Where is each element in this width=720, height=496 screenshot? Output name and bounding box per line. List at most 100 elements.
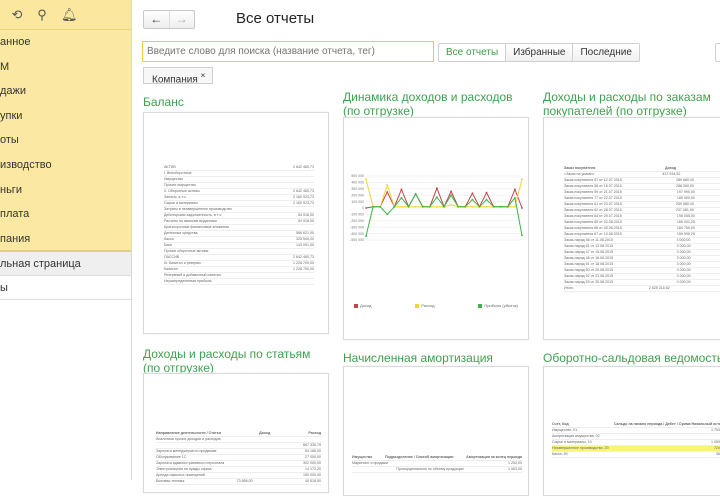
data-point (372, 205, 374, 208)
back-button[interactable]: ← (144, 11, 169, 28)
sidebar-item[interactable]: М (0, 55, 131, 80)
table-cell: Заказ покупателя 77 от 22.07.2015 (564, 196, 622, 200)
table-cell: 1 753 000,00 (711, 428, 720, 432)
data-point (521, 207, 523, 209)
table-cell: <Заказ не указан> (564, 172, 595, 176)
sidebar-page[interactable]: ы (0, 276, 131, 300)
table-row: Итого2 625 316,821 755 (564, 286, 720, 292)
table-cell: Заказ покупателя 66 от 05.08.2015 (564, 226, 622, 230)
table-cell: Заказ покупателя 62 от 28.07.2015 (564, 208, 622, 212)
report-title-orders[interactable]: Доходы и расходы по заказам покупателей … (543, 90, 720, 118)
table-cell: Заказ покупателя 59 от 21.07.2015 (564, 190, 622, 194)
report-thumbnail-balance[interactable]: АКТИВ 2 642 460,73 I. Внеоборотные Имущест… (143, 112, 329, 334)
table-cell: Аналитика прочих доходов и расходов (156, 437, 221, 441)
search-icon[interactable]: ⚲ (34, 7, 50, 23)
y-tick-label: 100 000 (351, 200, 364, 204)
data-point (514, 188, 516, 191)
tag-remove-icon[interactable]: × (201, 70, 206, 80)
table-cell: 1 228 700,00 (293, 261, 314, 265)
header-cell: Доход (664, 166, 677, 170)
table-cell: Электроэнергия на нужды офиса (156, 467, 212, 471)
data-point (386, 213, 389, 216)
data-point (457, 205, 460, 208)
table-cell: 1 252,00 (507, 461, 522, 465)
data-point (379, 205, 382, 208)
history-icon[interactable]: ⟲ (9, 7, 25, 23)
table-row: Нераспределенная прибыль (164, 279, 314, 285)
table-cell: 166 431,25 (676, 220, 695, 224)
table-cell: 724 623,68 (714, 446, 720, 450)
data-point (443, 205, 445, 208)
data-point (400, 196, 403, 199)
balance-table: АКТИВ 2 642 460,73 I. Внеоборотные Имущест… (164, 165, 314, 285)
tab-recent[interactable]: Последние (572, 44, 639, 61)
sidebar-toolbar: ⟲ ⚲ 🔔︎ (0, 0, 131, 30)
table-cell: Итого (564, 286, 574, 290)
sidebar-item[interactable]: ньги (0, 178, 131, 203)
report-title-dynamics[interactable]: Динамика доходов и расходов (по отгрузке… (343, 90, 528, 118)
table-row: Касса, 50 36 699,28 (552, 452, 720, 458)
table-cell: III. Капитал и резервы (164, 261, 201, 265)
search-input[interactable] (142, 41, 434, 62)
report-thumbnail-dynamics[interactable]: 500 000 400 000 300 000 200 000 100 000 0 -100… (343, 117, 529, 340)
table-cell: 325 540,00 (296, 237, 314, 241)
report-title-articles[interactable]: Доходы и расходы по статьям (по отгрузке… (143, 347, 328, 375)
sidebar-item[interactable]: анное (0, 30, 131, 55)
table-cell: Заказ покупателя 65 от 02.08.2015 (564, 220, 622, 224)
header-cell: Направление деятельности / Статья (156, 431, 222, 435)
table-cell: I. Внеоборотные (164, 171, 192, 175)
table-cell: Заказ-наряд 47 от 15.08.2015 (564, 250, 614, 254)
sidebar-item[interactable]: дажи (0, 79, 131, 104)
report-thumbnail-orders[interactable]: Заказ покупателяДоходРасх<Заказ не указа… (543, 117, 720, 340)
y-tick-label: 0 (362, 206, 364, 210)
table-cell: 1 059 284,34 (711, 440, 720, 444)
table-cell: 288 360,00 (675, 184, 694, 188)
table-cell: АКТИВ (164, 165, 176, 169)
data-point (492, 205, 495, 208)
table-cell: 2 642 460,73 (293, 255, 314, 259)
header-cell: Счет, Код (552, 422, 569, 426)
sidebar-item[interactable]: упки (0, 104, 131, 129)
bell-icon[interactable]: 🔔︎ (61, 7, 78, 23)
table-cell: Капитал (164, 267, 178, 271)
table-cell: Расчеты по авансам выданным (164, 219, 217, 223)
table-cell: Заказ покупателя 67 от 10.08.2015 (564, 232, 622, 236)
table-cell: 3 000,00 (676, 280, 691, 284)
y-tick-label: 400 000 (351, 181, 364, 185)
y-tick-label: -200 000 (350, 219, 364, 223)
tab-all-reports[interactable]: Все отчеты (439, 44, 506, 61)
report-title-balance[interactable]: Баланс (143, 95, 328, 109)
legend-label: Расход (421, 303, 435, 308)
table-cell: Затраты в незавершенное производство (164, 207, 232, 211)
table-cell: Заказ-наряд 50 от 20.08.2015 (564, 268, 614, 272)
table-cell: 27 000,00 (304, 455, 321, 459)
table-cell: Аренда офисных помещений (156, 473, 205, 477)
data-point (365, 235, 367, 238)
tab-favorites[interactable]: Избранные (505, 44, 573, 61)
sidebar-item[interactable]: оты (0, 128, 131, 153)
table-cell: 2 642 460,73 (293, 165, 314, 169)
chart-legend: Доход Расход Прибыль (убыток) (354, 303, 518, 308)
table-cell: Сырье и материалы (164, 201, 198, 205)
report-title-turnover[interactable]: Оборотно-сальдовая ведомость (543, 351, 720, 365)
sidebar-item[interactable]: пания (0, 227, 131, 252)
table-cell: 150 000,00 (303, 473, 321, 477)
report-thumbnail-amortization[interactable]: Имущество Подразделение / Способ амортиза… (343, 366, 529, 496)
filter-tag[interactable]: Компания × (143, 67, 214, 85)
table-cell: Заказ покупателя 61 от 23.07.2015 (564, 202, 622, 206)
settings-button[interactable] (715, 43, 720, 62)
data-point (485, 205, 488, 208)
sidebar-page[interactable]: льная страница (0, 252, 131, 276)
report-thumbnail-articles[interactable]: Направление деятельности / Статья Доход Ра… (143, 373, 329, 493)
table-cell: 2 160 923,73 (293, 195, 314, 199)
report-thumbnail-turnover[interactable]: Счет, Код Сальдо на начало периода / Дебе… (543, 366, 720, 496)
data-point (414, 205, 417, 208)
table-cell: Имущество (164, 177, 184, 181)
sidebar-item[interactable]: плата (0, 202, 131, 227)
sidebar-item[interactable]: изводство (0, 153, 131, 178)
data-point (521, 234, 523, 237)
report-title-amortization[interactable]: Начисленная амортизация (343, 351, 528, 365)
forward-button[interactable]: → (168, 11, 195, 28)
table-cell: 143 091,00 (296, 243, 314, 247)
amortization-table: Имущество Подразделение / Способ амортиза… (352, 455, 522, 473)
